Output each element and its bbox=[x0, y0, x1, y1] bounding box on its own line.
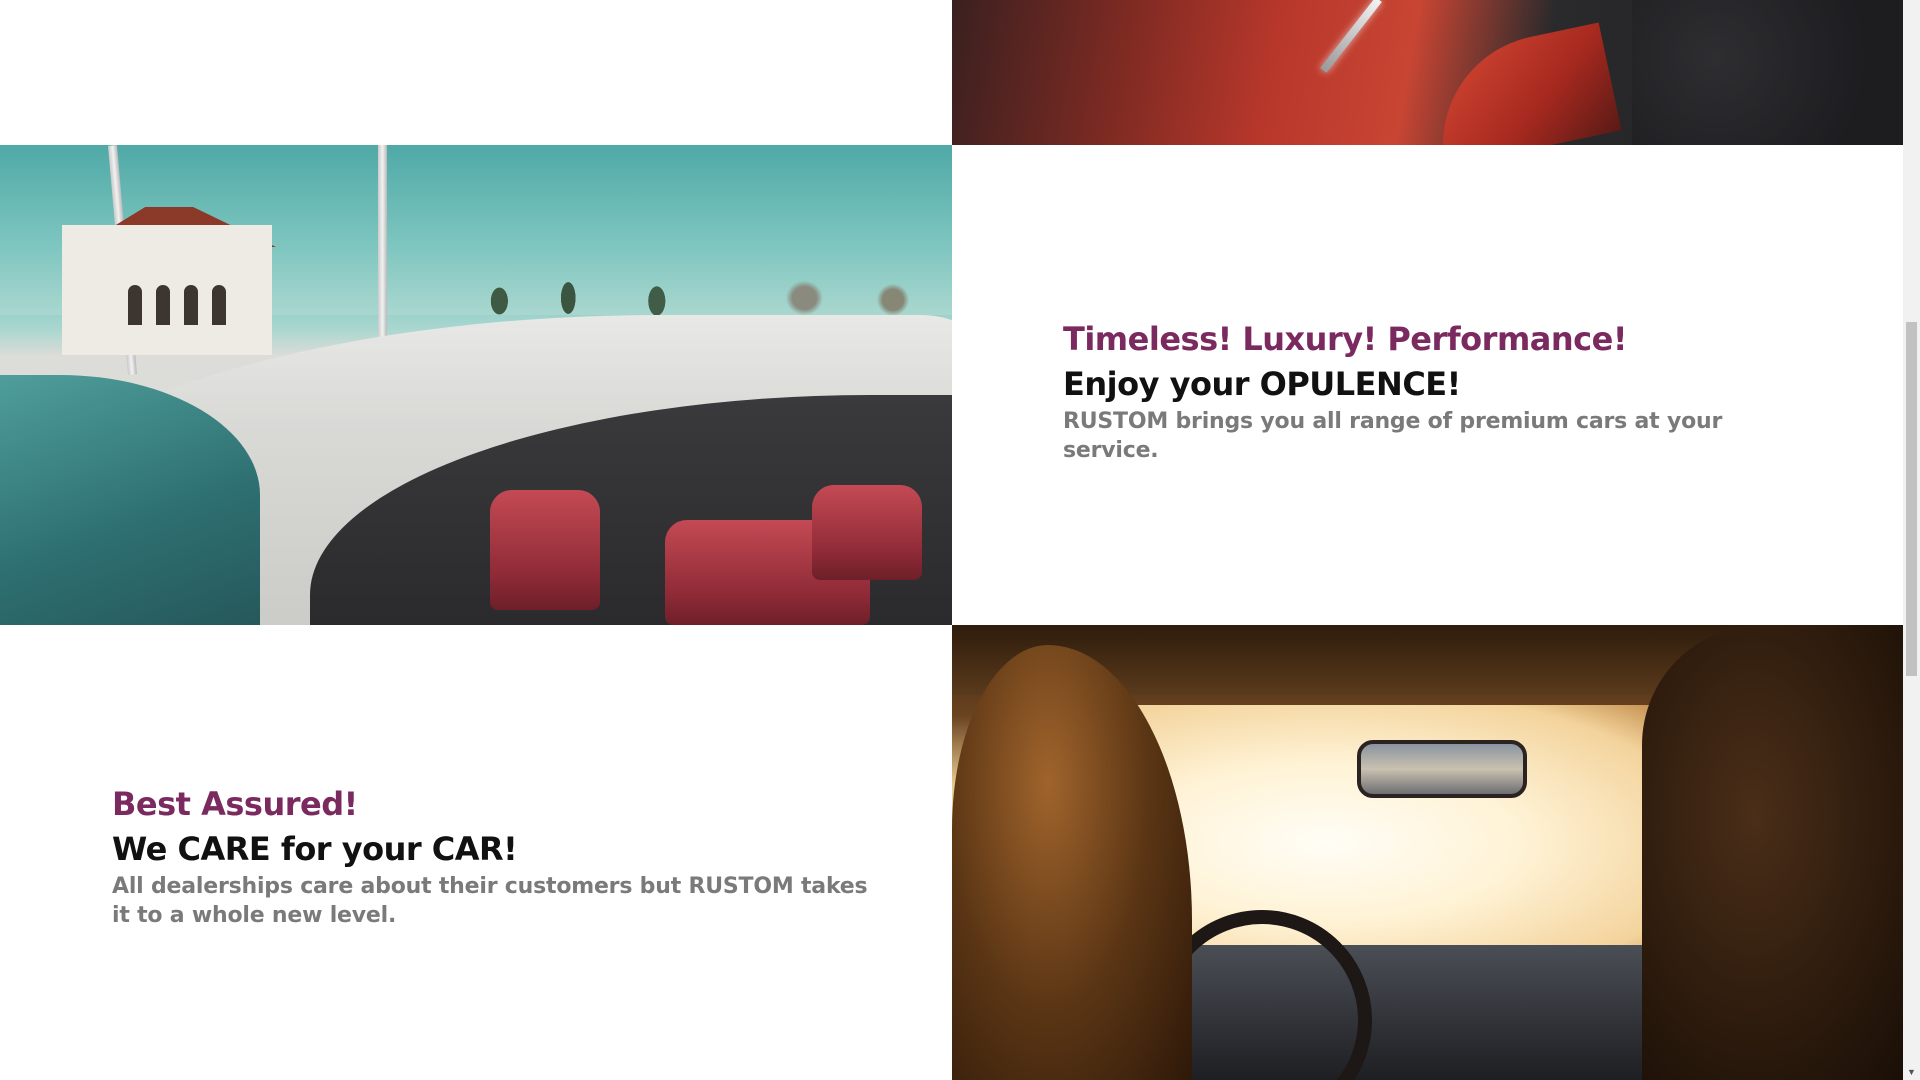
seat-headrest bbox=[490, 490, 600, 610]
feature-block-opulence: Timeless! Luxury! Performance! Enjoy you… bbox=[1063, 317, 1823, 465]
driving-photo bbox=[952, 625, 1903, 1080]
description: All dealerships care about their custome… bbox=[112, 874, 868, 928]
chevron-down-icon[interactable]: ▼ bbox=[1903, 1063, 1920, 1080]
page: Timeless! Luxury! Performance! Enjoy you… bbox=[0, 0, 1920, 1080]
passenger-seat bbox=[1642, 625, 1903, 1080]
building-windows bbox=[128, 285, 248, 330]
tagline: Timeless! Luxury! Performance! bbox=[1063, 320, 1627, 358]
red-car-photo bbox=[952, 0, 1903, 145]
tagline: Best Assured! bbox=[112, 785, 358, 823]
seat-headrest bbox=[812, 485, 922, 580]
asphalt-area bbox=[1632, 0, 1903, 145]
scrollbar-thumb[interactable] bbox=[1906, 322, 1917, 676]
car-fender bbox=[1422, 22, 1622, 145]
light-reflection bbox=[1320, 0, 1382, 73]
description: RUSTOM brings you all range of premium c… bbox=[1063, 409, 1723, 463]
vertical-scrollbar[interactable]: ▼ bbox=[1903, 0, 1920, 1080]
rearview-mirror bbox=[1357, 740, 1527, 798]
headline: Enjoy your OPULENCE! bbox=[1063, 365, 1461, 403]
headline: We CARE for your CAR! bbox=[112, 830, 518, 868]
feature-block-care: Best Assured! We CARE for your CAR! All … bbox=[112, 782, 872, 930]
car-interior-photo bbox=[0, 145, 952, 625]
